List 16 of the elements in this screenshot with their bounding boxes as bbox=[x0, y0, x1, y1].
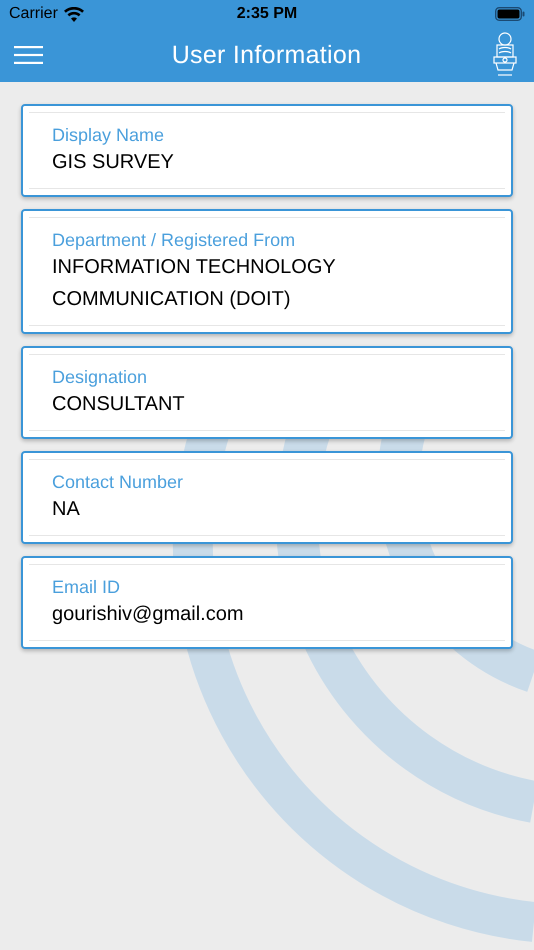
field-label: Display Name bbox=[52, 124, 166, 146]
page-title: User Information bbox=[172, 40, 362, 70]
field-value: CONSULTANT bbox=[52, 392, 186, 417]
field-value: gourishiv@gmail.com bbox=[52, 602, 244, 627]
carrier-label: Carrier bbox=[9, 5, 58, 23]
field-label: Designation bbox=[52, 366, 148, 388]
field-label: Email ID bbox=[52, 576, 122, 598]
status-time: 2:35 PM bbox=[236, 5, 298, 23]
field-value: NA bbox=[52, 497, 81, 522]
battery-icon bbox=[495, 7, 525, 21]
wifi-icon bbox=[64, 6, 84, 22]
field-label: Contact Number bbox=[52, 471, 184, 493]
field-label: Department / Registered From bbox=[52, 229, 296, 251]
field-value: INFORMATION TECHNOLOGY COMMUNICATION (DOIT) bbox=[52, 255, 336, 312]
field-value: GIS SURVEY bbox=[52, 150, 175, 175]
menu-icon[interactable] bbox=[14, 46, 43, 64]
